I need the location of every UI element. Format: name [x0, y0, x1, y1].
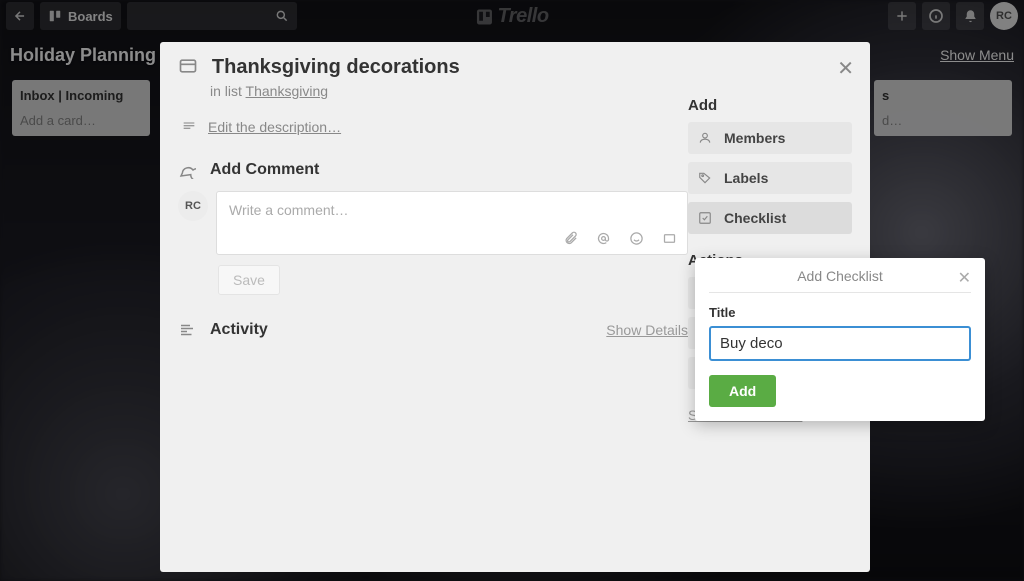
- save-comment-button[interactable]: Save: [218, 265, 280, 295]
- members-icon: [698, 131, 714, 145]
- activity-icon: [178, 321, 200, 339]
- show-details-link[interactable]: Show Details: [606, 322, 688, 338]
- checklist-button[interactable]: Checklist: [688, 202, 852, 234]
- labels-icon: [698, 171, 714, 185]
- card-title[interactable]: Thanksgiving decorations: [212, 56, 460, 79]
- emoji-icon[interactable]: [629, 231, 644, 246]
- add-section-heading: Add: [688, 97, 852, 114]
- labels-button[interactable]: Labels: [688, 162, 852, 194]
- add-comment-heading: Add Comment: [210, 161, 319, 179]
- card-icon: [178, 56, 202, 76]
- mention-icon[interactable]: [596, 231, 611, 246]
- attachment-icon[interactable]: [563, 231, 578, 246]
- commenter-avatar: RC: [178, 191, 208, 221]
- comment-placeholder: Write a comment…: [229, 202, 675, 218]
- comment-input[interactable]: Write a comment…: [216, 191, 688, 255]
- edit-description-link[interactable]: Edit the description…: [208, 119, 341, 135]
- close-modal-button[interactable]: ✕: [837, 56, 854, 81]
- activity-heading: Activity: [210, 321, 268, 339]
- add-checklist-button[interactable]: Add: [709, 375, 776, 407]
- checklist-icon: [698, 211, 714, 225]
- card-preview-icon[interactable]: [662, 231, 677, 246]
- checklist-title-input[interactable]: [709, 326, 971, 361]
- list-link[interactable]: Thanksgiving: [246, 83, 329, 99]
- add-checklist-popover: Add Checklist ✕ Title Add: [695, 258, 985, 421]
- description-icon: [178, 119, 200, 135]
- checklist-title-label: Title: [709, 305, 971, 320]
- close-popover-button[interactable]: ✕: [958, 268, 971, 288]
- popover-title: Add Checklist: [797, 268, 883, 284]
- members-button[interactable]: Members: [688, 122, 852, 154]
- comment-icon: [178, 161, 200, 179]
